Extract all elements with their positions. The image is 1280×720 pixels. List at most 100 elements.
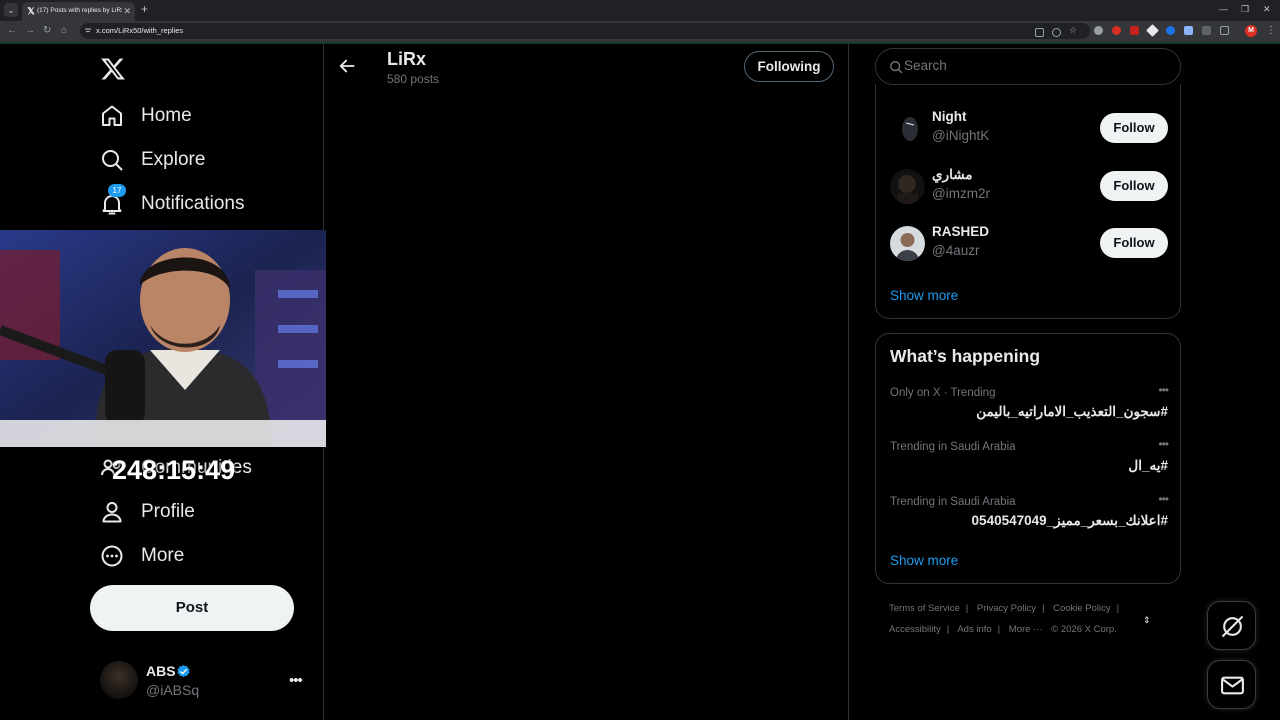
nav-explore-label: Explore [141,149,206,170]
back-arrow-icon[interactable] [337,56,357,76]
restore-icon[interactable]: ❐ [1241,4,1249,14]
user-avatar[interactable] [890,169,925,204]
back-nav-icon[interactable]: ← [7,25,17,37]
follow-button[interactable]: Follow [1100,171,1168,201]
show-more-link[interactable]: Show more [890,288,958,303]
minimize-icon[interactable]: — [1219,4,1228,14]
profile-header-name: LiRx [387,49,427,69]
user-handle: @imzm2r [932,186,990,201]
nav-home[interactable]: Home [100,101,192,131]
tab-search-button[interactable]: ⌄ [4,3,18,17]
follow-button[interactable]: Follow [1100,113,1168,143]
search-icon [102,150,123,171]
extension-5-icon[interactable] [1166,26,1175,35]
nav-explore[interactable]: Explore [100,145,205,175]
user-name: Night [932,109,967,124]
user-avatar[interactable] [890,226,925,261]
who-to-follow-card: Night @iNightK Follow مشاري @imzm2r Foll… [875,84,1181,319]
x-favicon-icon: 𝕏 [27,6,35,16]
reload-icon[interactable]: ↻ [43,25,51,37]
account-menu-dots-icon[interactable]: ••• [289,672,303,689]
bookmark-star-icon[interactable]: ☆ [1069,26,1078,35]
suggested-user-row[interactable]: Night @iNightK Follow [890,109,1168,149]
search-input[interactable] [904,58,1154,73]
search-field-icon [890,61,903,74]
more-circle-icon [101,545,123,567]
account-avatar[interactable] [100,661,138,699]
grok-button[interactable] [1207,601,1256,650]
footer-link-accessibility[interactable]: Accessibility [889,624,941,635]
footer-link-cookie[interactable]: Cookie Policy [1053,603,1111,614]
bell-icon-wrap: 17 [100,184,126,216]
extension-4-icon[interactable] [1146,24,1159,37]
extension-1-icon[interactable] [1094,26,1103,35]
nav-notifications[interactable]: 17 Notifications [100,184,245,219]
user-avatar[interactable] [890,111,925,146]
trend-more-icon[interactable]: ••• [1158,492,1169,506]
site-info-icon[interactable] [84,26,92,35]
page-load-divider [0,42,1280,44]
nav-more[interactable]: More [100,541,184,571]
extension-7-icon[interactable] [1202,26,1211,35]
x-logo-icon[interactable] [100,56,126,82]
trend-meta: Only on X · Trending [890,387,996,399]
extensions-puzzle-icon[interactable] [1220,26,1229,35]
nav-notifications-label: Notifications [141,193,245,214]
suggested-user-row[interactable]: مشاري @imzm2r Follow [890,167,1168,207]
trend-more-icon[interactable]: ••• [1158,437,1169,451]
trend-item[interactable]: Trending in Saudi Arabia ••• #اعلانك_بسع… [890,492,1169,538]
envelope-icon [1221,676,1244,695]
home-icon [102,105,122,126]
messages-button[interactable] [1207,660,1256,709]
search-box[interactable] [875,48,1181,85]
mouse-cursor-icon: ⇕ [1143,615,1151,625]
footer-links-row-1: Terms of Service | Privacy Policy | Cookie… [889,603,1120,614]
forward-nav-icon[interactable]: → [25,25,35,37]
new-tab-icon[interactable]: + [141,3,148,15]
browser-toolbar: ← → ↻ ⌂ x.com/LiRx50/with_replies ☆ M ⋮ [0,21,1280,42]
trend-item[interactable]: Trending in Saudi Arabia ••• #يه_ال [890,437,1169,483]
home-nav-icon[interactable]: ⌂ [61,25,67,37]
extension-2-icon[interactable] [1112,26,1121,35]
footer-link-more[interactable]: More ··· [1009,624,1043,635]
cast-icon[interactable] [1035,28,1044,37]
browser-tab[interactable]: 𝕏 (17) Posts with replies by LiRx ( ✕ [22,2,135,21]
trend-name: #يه_ال [1128,458,1168,473]
post-button[interactable]: Post [90,585,294,631]
show-more-link[interactable]: Show more [890,553,958,568]
verified-badge-icon [177,664,190,678]
video-overlay [0,230,326,447]
whats-happening-title: What’s happening [890,346,1041,366]
trend-meta: Trending in Saudi Arabia [890,441,1016,453]
follow-button[interactable]: Follow [1100,228,1168,258]
grok-icon [1222,616,1243,637]
extension-3-icon[interactable] [1130,26,1139,35]
suggested-user-row[interactable]: RASHED @4auzr Follow [890,224,1168,264]
tab-title: (17) Posts with replies by LiRx ( [37,7,122,14]
browser-profile-avatar[interactable]: M [1245,25,1257,37]
trend-more-icon[interactable]: ••• [1158,383,1169,397]
nav-more-label: More [141,545,185,566]
nav-profile[interactable]: Profile [100,497,195,527]
url-text: x.com/LiRx50/with_replies [96,26,184,35]
extension-6-icon[interactable] [1184,26,1193,35]
tab-close-icon[interactable]: ✕ [123,6,131,16]
zoom-icon[interactable] [1052,28,1061,37]
trend-item[interactable]: Only on X · Trending ••• #سجون_التعذيب_ا… [890,383,1169,429]
footer-link-privacy[interactable]: Privacy Policy [977,603,1036,614]
footer-link-terms[interactable]: Terms of Service [889,603,960,614]
profile-post-count: 580 posts [387,72,440,86]
address-bar[interactable]: x.com/LiRx50/with_replies ☆ [80,23,1090,39]
footer-link-ads-info[interactable]: Ads info [957,624,991,635]
streamer-video-frame [0,230,326,447]
following-button[interactable]: Following [744,51,834,82]
trend-name: #اعلانك_بسعر_مميز_0540547049 [971,513,1168,528]
browser-menu-icon[interactable]: ⋮ [1266,25,1276,37]
user-name: مشاري [932,167,973,182]
user-handle: @iNightK [932,128,990,143]
window-close-icon[interactable]: ✕ [1263,4,1271,14]
account-name: ABS [146,663,176,679]
user-name: RASHED [932,224,990,239]
trend-meta: Trending in Saudi Arabia [890,496,1016,508]
nav-profile-label: Profile [141,501,195,522]
